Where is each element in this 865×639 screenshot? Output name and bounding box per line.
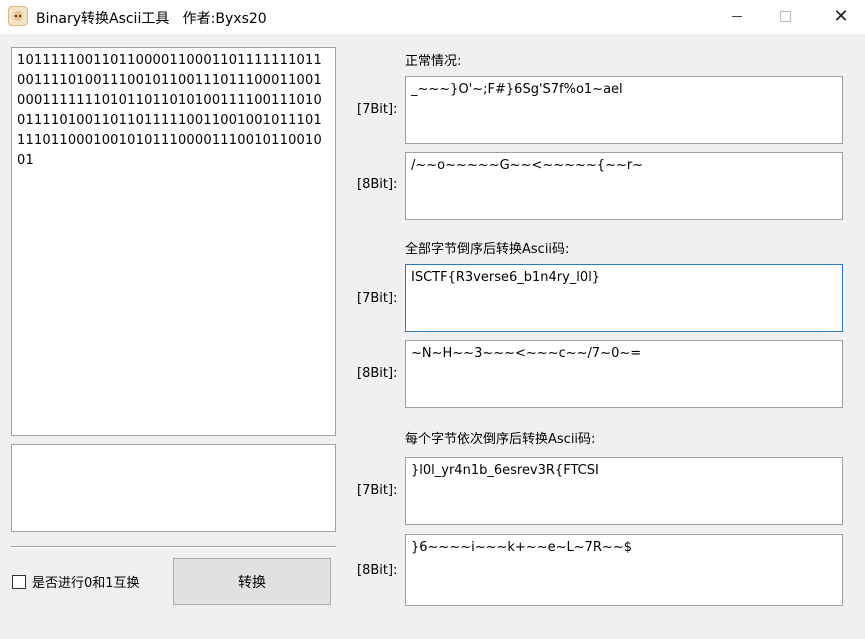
minimize-icon [732, 15, 742, 17]
secondary-textbox[interactable] [11, 444, 336, 532]
swap-bits-label: 是否进行0和1互换 [32, 576, 140, 591]
close-button[interactable]: ✕ [818, 0, 864, 32]
reverse-each-7bit-label: [7Bit]: [357, 483, 398, 498]
maximize-icon [779, 10, 791, 22]
section-reverse-all-title: 全部字节倒序后转换Ascii码: [405, 242, 570, 257]
normal-8bit-output[interactable]: /~~o~~~~~G~~<~~~~~{~~r~ [405, 152, 843, 220]
section-reverse-each-title: 每个字节依次倒序后转换Ascii码: [405, 432, 596, 447]
reverse-all-8bit-output[interactable]: ~N~H~~3~~~<~~~c~~/7~0~= [405, 340, 843, 408]
close-icon: ✕ [833, 5, 849, 27]
minimize-button[interactable] [714, 0, 760, 32]
reverse-each-8bit-label: [8Bit]: [357, 563, 398, 578]
maximize-button[interactable] [762, 0, 808, 32]
app-icon [8, 6, 28, 26]
swap-bits-checkbox[interactable] [12, 574, 26, 589]
normal-8bit-label: [8Bit]: [357, 177, 398, 192]
title-bar: Binary转换Ascii工具 作者:Byxs20 ✕ [0, 0, 865, 34]
normal-7bit-output[interactable]: _~~~}O'~;F#}6Sg'S7f%o1~ael [405, 76, 843, 144]
reverse-all-7bit-output[interactable]: ISCTF{R3verse6_b1n4ry_l0l} [405, 264, 843, 332]
reverse-each-8bit-output[interactable]: }6~~~~i~~~k+~~e~L~7R~~$ [405, 534, 843, 606]
reverse-all-8bit-label: [8Bit]: [357, 366, 398, 381]
swap-bits-option[interactable]: 是否进行0和1互换 [12, 572, 140, 591]
binary-input[interactable]: 1011111001101100001100011011111110110011… [11, 47, 336, 436]
window-title: Binary转换Ascii工具 作者:Byxs20 [36, 11, 267, 27]
reverse-all-7bit-label: [7Bit]: [357, 291, 398, 306]
reverse-each-7bit-output[interactable]: }l0l_yr4n1b_6esrev3R{FTCSI [405, 457, 843, 525]
section-normal-title: 正常情况: [405, 54, 462, 69]
separator-line [11, 546, 336, 548]
normal-7bit-label: [7Bit]: [357, 102, 398, 117]
convert-button[interactable]: 转换 [173, 558, 331, 605]
